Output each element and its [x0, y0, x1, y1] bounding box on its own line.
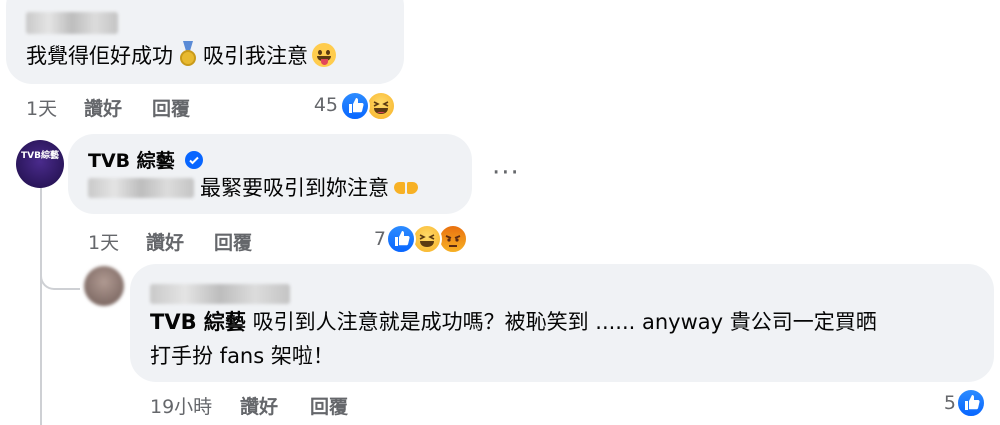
comment-1-time[interactable]: 1天: [26, 94, 57, 121]
haha-reaction-icon: [366, 91, 396, 121]
comment-1-reply-button[interactable]: 回覆: [152, 94, 190, 121]
comment-1-reaction-count[interactable]: 45: [306, 94, 338, 116]
thread-line-curve: [40, 262, 80, 290]
comment-3-mention[interactable]: TVB 綜藝: [150, 310, 246, 334]
verified-badge-icon: [185, 151, 204, 169]
comment-1-author-blurred: [26, 12, 118, 34]
comment-3-reply-button[interactable]: 回覆: [310, 392, 348, 419]
comment-3-reaction-count[interactable]: 5: [936, 392, 956, 414]
tvb-avatar[interactable]: TVB綜藝: [16, 140, 64, 188]
comment-2-mention-blurred: [88, 178, 194, 198]
like-reaction-icon: [386, 224, 416, 254]
like-reaction-icon: [956, 388, 986, 418]
comment-2-author[interactable]: TVB 綜藝: [88, 146, 204, 173]
medal-emoji-icon: [177, 41, 199, 67]
comment-3-text-line2: 打手扮 fans 架啦！: [150, 344, 334, 368]
tongue-emoji-icon: [312, 43, 336, 67]
comment-3-like-button[interactable]: 讚好: [240, 392, 278, 419]
comment-2-more-button[interactable]: ···: [492, 158, 520, 188]
comment-3-author-blurred: [150, 284, 290, 304]
thread-line-main: [40, 180, 42, 425]
comment-2-reaction-count[interactable]: 7: [362, 228, 386, 250]
comment-2-time[interactable]: 1天: [88, 228, 119, 255]
comment-1-like-button[interactable]: 讚好: [84, 94, 122, 121]
reply-author-avatar-blurred[interactable]: [84, 266, 124, 306]
tvb-avatar-label: TVB綜藝: [21, 151, 59, 161]
angry-reaction-icon: [438, 224, 468, 254]
heart-hands-emoji-icon: [393, 178, 419, 198]
comment-1-text: 我覺得佢好成功 吸引我注意: [26, 38, 336, 74]
like-reaction-icon: [340, 91, 370, 121]
comment-2-text: 最緊要吸引到妳注意: [88, 170, 419, 206]
comment-3-text-line1: TVB 綜藝 吸引到人注意就是成功嗎？被恥笑到 ...... anyway 貴公…: [150, 310, 877, 334]
comment-2-reply-button[interactable]: 回覆: [214, 228, 252, 255]
comment-2-like-button[interactable]: 讚好: [146, 228, 184, 255]
haha-reaction-icon: [412, 224, 442, 254]
comment-3-time[interactable]: 19小時: [150, 392, 212, 419]
